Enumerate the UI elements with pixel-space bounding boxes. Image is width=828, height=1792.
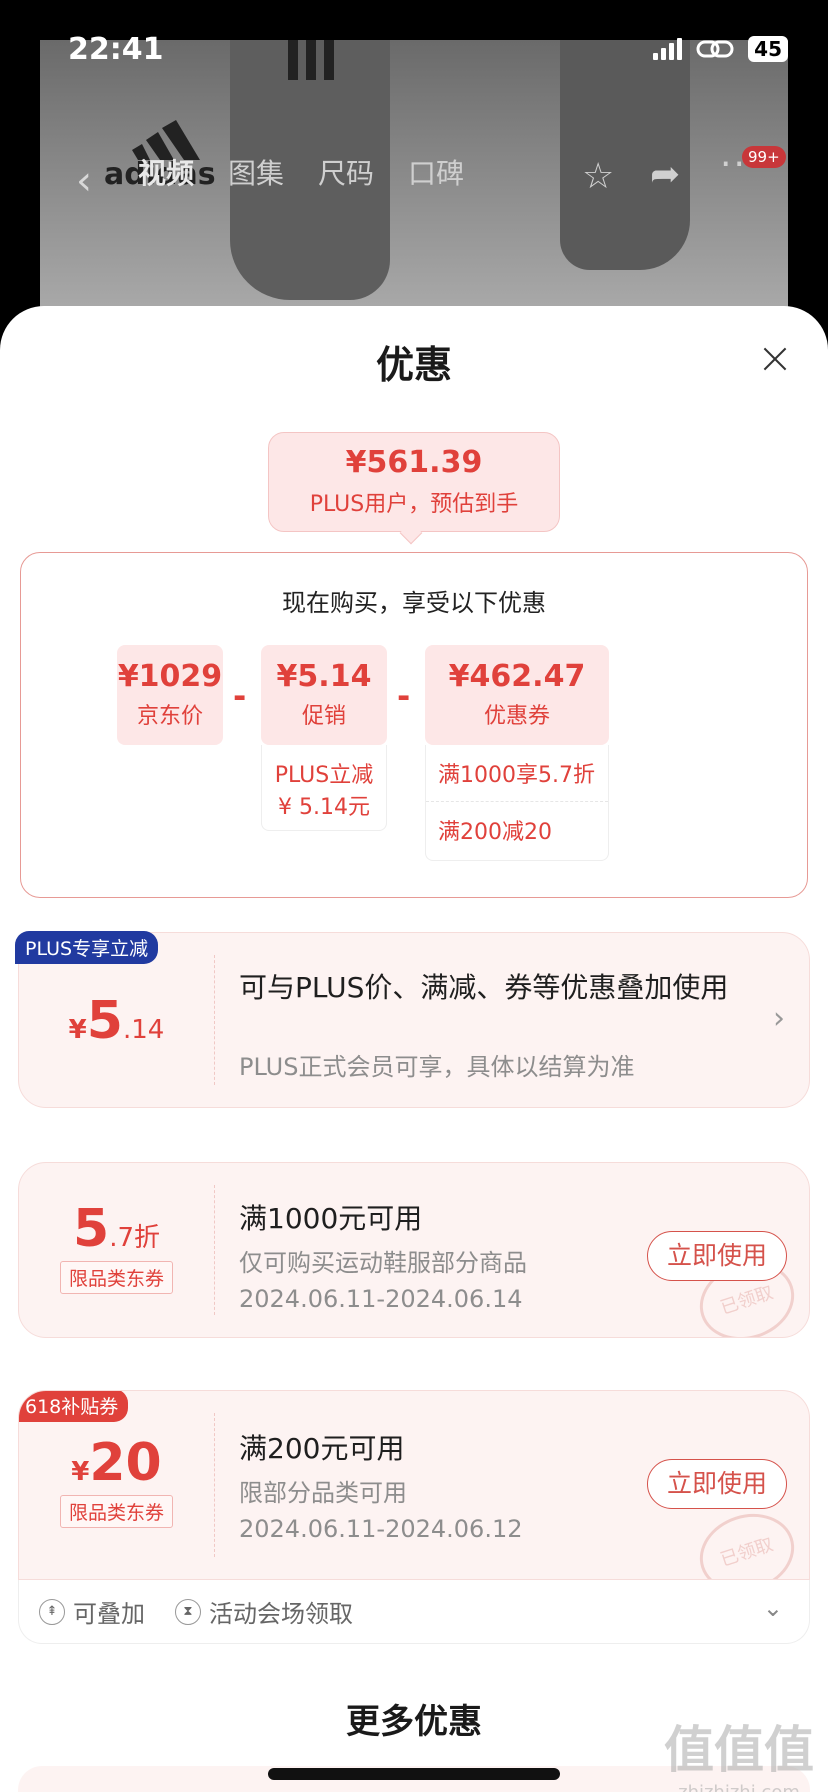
coupon-detail-line: 满1000享5.7折 [438,763,595,788]
battery-icon: 45 [748,36,788,62]
coupon-subtitle: 仅可购买运动鞋服部分商品 [239,1249,527,1277]
product-photo-stripe [288,40,298,80]
home-indicator [268,1768,560,1780]
promo-box: ¥5.14 促销 [261,645,387,745]
jd-price-box: ¥1029 京东价 [117,645,223,745]
stack-icon: ⇞ [39,1598,65,1625]
promo-label: 促销 [301,704,346,729]
discount-sheet: 优惠 ¥561.39 PLUS用户，预估到手 现在购买，享受以下优惠 ¥1029… [0,306,828,1792]
coupon-divider [214,955,215,1085]
watermark-url: zhizhizhi.com [664,1782,814,1792]
estimated-price-desc: PLUS用户，预估到手 [309,492,519,517]
coupon-value: ¥5.14 [68,991,165,1051]
tab-reviews[interactable]: 口碑 [408,152,464,192]
discount-coupon-card: 5.7折 限品类东券 满1000元可用 仅可购买运动鞋服部分商品 2024.06… [18,1162,810,1338]
coupon-title: 可与PLUS价、满减、券等优惠叠加使用 [239,971,729,1004]
plus-discount-card[interactable]: PLUS专享立减 ¥5.14 可与PLUS价、满减、券等优惠叠加使用 PLUS正… [15,931,810,1108]
nav-tabs: 视频 图集 尺码 口碑 [138,152,464,192]
coupon-detail-line: 满200减20 [426,801,608,858]
category-tag: 限品类东券 [59,1495,173,1528]
jd-price-value: ¥1029 [117,659,223,694]
coupon-date: 2024.06.11-2024.06.14 [239,1285,523,1313]
estimated-price-bubble: ¥561.39 PLUS用户，预估到手 [268,432,560,532]
minus-sign: - [397,677,411,715]
coupon-value: ¥20 [71,1433,162,1493]
stackable-label: 可叠加 [73,1600,145,1628]
favorite-star-icon[interactable]: ☆ [582,156,614,197]
message-count-badge: 99+ [742,146,786,168]
estimated-price: ¥561.39 [345,445,483,480]
chevron-right-icon[interactable]: › [773,1001,785,1036]
sheet-title: 优惠 [375,343,452,387]
claimed-stamp: 已领取 [689,1502,805,1579]
chevron-down-icon[interactable]: ⌄ [763,1594,783,1622]
promo-detail-line: ¥ 5.14元 [278,795,370,820]
coupon-date: 2024.06.11-2024.06.12 [239,1515,523,1543]
promo-detail-line: PLUS立减 [274,763,374,788]
back-icon[interactable]: ‹ [76,158,92,204]
status-icons: 45 [653,36,788,62]
signal-icon [653,38,683,60]
stackable-info: ⇞ 可叠加 [39,1594,145,1629]
venue-label: 活动会场领取 [209,1600,353,1628]
use-now-button[interactable]: 立即使用 [647,1231,787,1281]
coupon-total-box: ¥462.47 优惠券 [425,645,609,745]
tab-gallery[interactable]: 图集 [228,152,284,192]
coupon-total-value: ¥462.47 [448,659,586,694]
coupon-subtitle: 限部分品类可用 [239,1479,407,1507]
link-icon [696,40,734,58]
subsidy-coupon-card: 618补贴券 ¥20 限品类东券 满200元可用 限部分品类可用 2024.06… [18,1390,810,1580]
share-icon[interactable]: ➦ [650,154,680,195]
minus-sign: - [233,677,247,715]
coupon-value: 5.7折 [73,1199,160,1259]
coupon-divider [214,1185,215,1315]
coupon-detail: 满1000享5.7折 满200减20 [425,745,609,861]
ticket-icon: ⧗ [175,1598,201,1625]
coupon-value-area: ¥20 限品类东券 [19,1391,214,1579]
coupon-title: 满200元可用 [239,1432,405,1465]
coupon-divider [214,1413,215,1557]
category-tag: 限品类东券 [59,1261,173,1294]
use-now-button[interactable]: 立即使用 [647,1459,787,1509]
tab-video[interactable]: 视频 [138,152,194,192]
coupon-value-area: ¥5.14 [19,933,214,1107]
price-breakdown: 现在购买，享受以下优惠 ¥1029 京东价 - ¥5.14 促销 PLUS立减 … [20,552,808,898]
venue-info: ⧗ 活动会场领取 [175,1594,353,1629]
coupon-subtitle: PLUS正式会员可享，具体以结算为准 [239,1053,635,1081]
promo-value: ¥5.14 [276,659,372,694]
watermark-logo: 值值值 zhizhizhi.com [664,1710,814,1792]
promo-detail: PLUS立减 ¥ 5.14元 [261,745,387,831]
coupon-title: 满1000元可用 [239,1202,423,1235]
coupon-footer[interactable]: ⇞ 可叠加 ⧗ 活动会场领取 ⌄ [18,1580,810,1644]
coupon-value-area: 5.7折 限品类东券 [19,1163,214,1337]
close-icon[interactable] [760,344,790,374]
product-nav-bar: adidas ‹ 视频 图集 尺码 口碑 ☆ ➦ ··· 99+ [0,120,828,210]
tab-size[interactable]: 尺码 [318,152,374,192]
status-time: 22:41 [68,32,164,67]
product-photo-stripe [306,40,316,80]
product-photo-stripe [324,40,334,80]
breakdown-title: 现在购买，享受以下优惠 [282,589,546,617]
coupon-total-label: 优惠券 [483,704,550,729]
jd-price-label: 京东价 [136,704,203,729]
